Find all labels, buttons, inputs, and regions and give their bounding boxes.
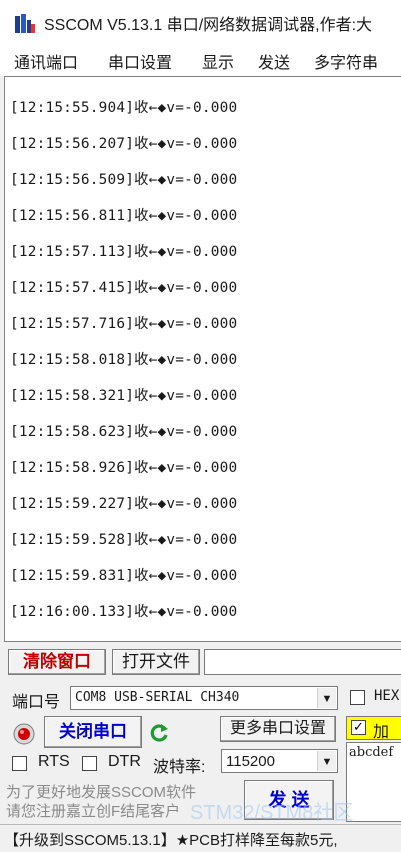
- port-label: 端口号: [12, 694, 61, 711]
- dtr-label: DTR: [108, 753, 141, 770]
- more-serial-settings-button[interactable]: 更多串口设置: [220, 716, 336, 742]
- menu-comm-port[interactable]: 通讯端口: [14, 49, 78, 73]
- receive-line: [12:15:59.227]收←◆v=-0.000: [10, 496, 238, 512]
- hex-display-checkbox[interactable]: [350, 690, 365, 705]
- sscom-app-icon: [15, 14, 35, 33]
- receive-line: [12:15:58.926]收←◆v=-0.000: [10, 460, 238, 476]
- window-title: SSCOM V5.13.1 串口/网络数据调试器,作者:大: [44, 17, 373, 34]
- open-file-button[interactable]: 打开文件: [112, 649, 200, 675]
- port-select-value: COM8 USB-SERIAL CH340: [75, 690, 240, 705]
- receive-line: [12:15:58.623]收←◆v=-0.000: [10, 424, 238, 440]
- rts-checkbox[interactable]: [12, 756, 27, 771]
- status-bar: 【升级到SSCOM5.13.1】★PCB打样降至每款5元,: [0, 824, 401, 852]
- add-time-option[interactable]: ✓ 加: [346, 716, 401, 741]
- receive-line: [12:15:55.904]收←◆v=-0.000: [10, 100, 238, 116]
- port-select[interactable]: COM8 USB-SERIAL CH340 ▼: [70, 686, 338, 710]
- receive-area[interactable]: [12:15:55.904]收←◆v=-0.000 [12:15:56.207]…: [4, 76, 401, 642]
- receive-line: [12:15:58.018]收←◆v=-0.000: [10, 352, 238, 368]
- receive-line: [12:15:57.415]收←◆v=-0.000: [10, 280, 238, 296]
- receive-line: [12:15:56.509]收←◆v=-0.000: [10, 172, 238, 188]
- baud-rate-label: 波特率:: [153, 759, 206, 776]
- receive-line: [12:15:59.831]收←◆v=-0.000: [10, 568, 238, 584]
- chevron-down-icon[interactable]: ▼: [317, 688, 336, 708]
- menu-serial-settings[interactable]: 串口设置: [108, 49, 172, 73]
- send-text-value: abcdef: [349, 745, 394, 760]
- promo-line-2: 请您注册嘉立创F结尾客户: [6, 803, 181, 820]
- send-text-area[interactable]: abcdef: [346, 742, 401, 822]
- record-icon: [13, 723, 35, 745]
- promo-line-1: 为了更好地发展SSCOM软件: [6, 784, 197, 801]
- status-text: 【升级到SSCOM5.13.1】★PCB打样降至每款5元,: [4, 832, 338, 849]
- title-bar[interactable]: SSCOM V5.13.1 串口/网络数据调试器,作者:大: [0, 0, 401, 42]
- baud-rate-select[interactable]: 115200 ▼: [221, 749, 338, 773]
- receive-line: [12:15:58.321]收←◆v=-0.000: [10, 388, 238, 404]
- receive-line: [12:16:00.133]收←◆v=-0.000: [10, 604, 238, 620]
- add-time-label: 加: [373, 724, 390, 741]
- receive-line: [12:15:59.528]收←◆v=-0.000: [10, 532, 238, 548]
- menu-display[interactable]: 显示: [202, 49, 234, 73]
- receive-line: [12:15:57.113]收←◆v=-0.000: [10, 244, 238, 260]
- receive-line: [12:15:56.811]收←◆v=-0.000: [10, 208, 238, 224]
- close-port-button[interactable]: 关闭串口: [44, 716, 142, 748]
- receive-line: [12:15:57.716]收←◆v=-0.000: [10, 316, 238, 332]
- menu-send[interactable]: 发送: [258, 49, 290, 73]
- toolbar-row: 清除窗口 打开文件: [0, 645, 401, 679]
- dtr-checkbox[interactable]: [82, 756, 97, 771]
- refresh-icon[interactable]: [148, 722, 170, 744]
- watermark: STM32/STM8社区: [190, 802, 354, 824]
- hex-display-label: HEX: [374, 688, 400, 704]
- menu-multi-string[interactable]: 多字符串: [314, 49, 378, 73]
- receive-line: [12:15:56.207]收←◆v=-0.000: [10, 136, 238, 152]
- rts-label: RTS: [38, 753, 70, 770]
- file-path-input[interactable]: [204, 649, 401, 675]
- chevron-down-icon[interactable]: ▼: [317, 751, 336, 771]
- clear-window-button[interactable]: 清除窗口: [8, 649, 106, 675]
- baud-rate-value: 115200: [226, 753, 275, 770]
- add-time-checkbox[interactable]: ✓: [351, 720, 366, 735]
- menu-bar: 通讯端口 串口设置 显示 发送 多字符串: [0, 42, 401, 76]
